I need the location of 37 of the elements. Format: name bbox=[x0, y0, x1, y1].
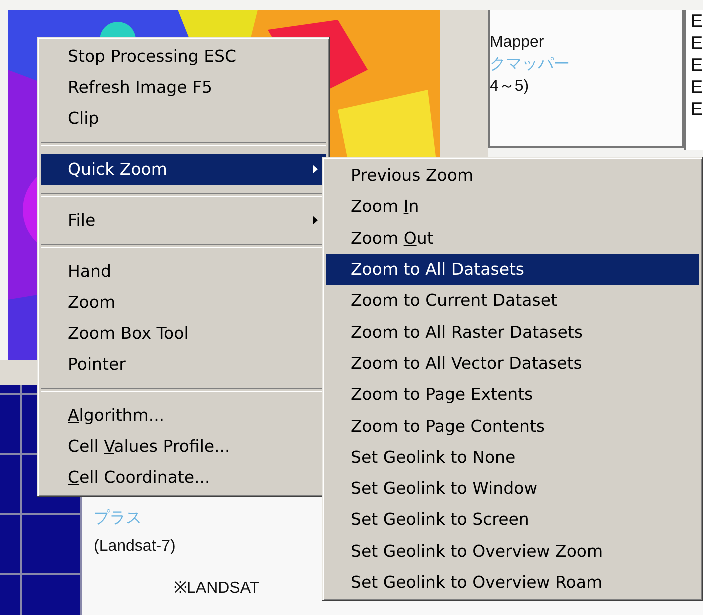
menu-item[interactable]: Set Geolink to Overview Roam bbox=[326, 566, 699, 598]
side-text: E bbox=[691, 54, 703, 76]
menu-item[interactable]: Zoom Out bbox=[326, 222, 699, 254]
menu-item[interactable]: Zoom to Page Contents bbox=[326, 410, 699, 442]
side-text: E bbox=[691, 32, 703, 54]
menu-item[interactable]: Zoom to All Raster Datasets bbox=[326, 316, 699, 348]
menu-item[interactable]: Stop Processing ESC bbox=[41, 41, 326, 72]
panel-text: 4～5) bbox=[490, 77, 530, 97]
menu-item[interactable]: Refresh Image F5 bbox=[41, 72, 326, 103]
side-text: E bbox=[691, 76, 703, 98]
menu-item[interactable]: Cell Coordinate... bbox=[41, 462, 326, 493]
menu-item[interactable]: Zoom to All Vector Datasets bbox=[326, 348, 699, 380]
menu-item[interactable]: Zoom In bbox=[326, 191, 699, 223]
menu-item[interactable]: File bbox=[41, 205, 326, 236]
side-text: E bbox=[691, 10, 703, 32]
menu-item[interactable]: Set Geolink to None bbox=[326, 442, 699, 473]
menu-item[interactable]: Hand bbox=[41, 256, 326, 287]
menu-item[interactable]: Set Geolink to Overview Zoom bbox=[326, 536, 699, 567]
menu-item[interactable]: Pointer bbox=[41, 349, 326, 380]
menu-item[interactable]: Set Geolink to Window bbox=[326, 472, 699, 504]
menu-item[interactable]: Set Geolink to Screen bbox=[326, 504, 699, 536]
menu-item[interactable]: Zoom to All Datasets bbox=[326, 254, 699, 286]
menu-item[interactable]: Cell Values Profile... bbox=[41, 431, 326, 462]
menu-item[interactable]: Clip bbox=[41, 103, 326, 134]
menu-item[interactable]: Zoom to Page Extents bbox=[326, 379, 699, 410]
menu-item[interactable]: Zoom Box Tool bbox=[41, 318, 326, 349]
menu-item[interactable]: Quick Zoom bbox=[41, 154, 326, 185]
menu-item[interactable]: Previous Zoom bbox=[326, 160, 699, 192]
menu-item[interactable]: Zoom bbox=[41, 287, 326, 318]
menu-item[interactable]: Zoom to Current Dataset bbox=[326, 285, 699, 316]
footnote-text: ※LANDSAT bbox=[173, 579, 260, 599]
panel-text: (Landsat-7) bbox=[94, 537, 176, 557]
side-text: E bbox=[691, 98, 703, 120]
menu-item[interactable]: Algorithm... bbox=[41, 400, 326, 431]
panel-text: Mapper bbox=[490, 33, 544, 53]
panel-text: プラス bbox=[94, 508, 142, 529]
panel-text: クマッパー bbox=[490, 55, 570, 75]
